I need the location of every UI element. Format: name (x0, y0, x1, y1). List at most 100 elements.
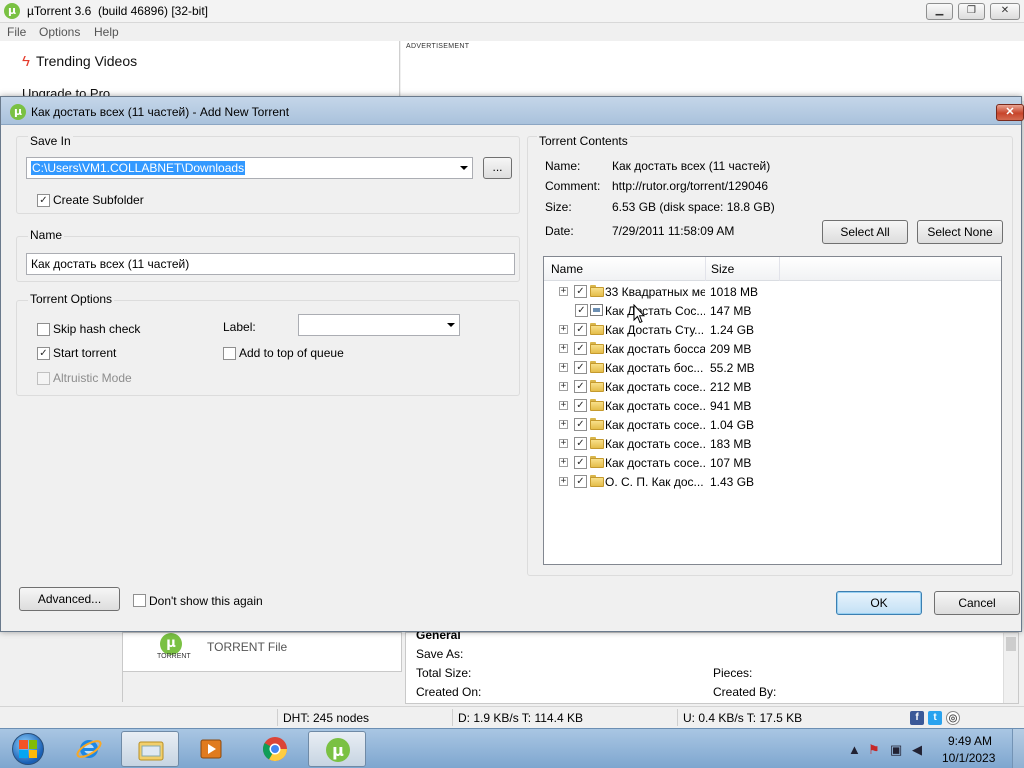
menu-help[interactable]: Help (94, 25, 119, 39)
file-list-header: Name Size (544, 257, 1001, 281)
expand-toggle-icon[interactable]: + (559, 477, 568, 486)
file-row-checkbox[interactable]: ✓ (574, 285, 587, 298)
minimize-button[interactable]: ▁ (926, 3, 953, 20)
file-row-checkbox[interactable]: ✓ (574, 456, 587, 469)
add-to-top-checkbox[interactable] (223, 347, 236, 360)
torrent-options-label: Torrent Options (28, 292, 115, 306)
advanced-button[interactable]: Advanced... (19, 587, 120, 611)
file-tree-row[interactable]: + ✓ Как Достать Сту... 1.24 GB (544, 320, 1001, 339)
column-divider[interactable] (705, 257, 706, 281)
save-path-combobox[interactable]: C:\Users\VM1.COLLABNET\Downloads (26, 157, 473, 179)
expand-toggle-icon[interactable]: + (559, 325, 568, 334)
menu-options[interactable]: Options (39, 25, 80, 39)
file-row-checkbox[interactable]: ✓ (575, 304, 588, 317)
label-field-label: Label: (223, 320, 256, 334)
select-all-button[interactable]: Select All (822, 220, 908, 244)
clock-date[interactable]: 10/1/2023 (942, 751, 995, 765)
name-group-label: Name (28, 228, 65, 242)
expand-toggle-icon[interactable]: + (559, 363, 568, 372)
taskbar-chrome[interactable] (246, 731, 304, 767)
facebook-icon[interactable]: f (910, 711, 924, 725)
dialog-close-button[interactable]: ✕ (996, 104, 1024, 121)
column-divider[interactable] (779, 257, 780, 281)
clock-time[interactable]: 9:49 AM (948, 734, 992, 748)
folder-icon (590, 437, 604, 449)
file-row-checkbox[interactable]: ✓ (574, 437, 587, 450)
network-icon[interactable]: ▣ (890, 742, 902, 758)
file-tree-row[interactable]: ✓ Как Достать Сос... 147 MB (544, 301, 1001, 320)
total-size-label: Total Size: (416, 666, 472, 680)
info-comment-value[interactable]: http://rutor.org/torrent/129046 (612, 179, 768, 193)
scrollbar-thumb[interactable] (1006, 637, 1016, 651)
file-tree-row[interactable]: + ✓ Как достать сосе... 941 MB (544, 396, 1001, 415)
taskbar-utorrent[interactable]: µ (308, 731, 366, 767)
sidebar: ϟ Trending Videos Upgrade to Pro (0, 41, 400, 101)
start-torrent-checkbox[interactable]: ✓ (37, 347, 50, 360)
file-row-size: 147 MB (710, 304, 752, 318)
expand-toggle-icon[interactable]: + (559, 420, 568, 429)
chevron-down-icon[interactable] (447, 323, 455, 327)
file-tree-row[interactable]: + ✓ О. С. П. Как дос... 1.43 GB (544, 472, 1001, 491)
file-tree-row[interactable]: + ✓ Как достать босса 209 MB (544, 339, 1001, 358)
file-row-checkbox[interactable]: ✓ (574, 380, 587, 393)
torrent-name-value: Как достать всех (11 частей) (31, 257, 190, 271)
label-combobox[interactable] (298, 314, 460, 336)
sidebar-item-trending[interactable]: ϟ Trending Videos (22, 53, 137, 70)
ok-button[interactable]: OK (836, 591, 922, 615)
chevron-down-icon[interactable] (460, 166, 468, 170)
taskbar-media-player[interactable] (182, 731, 240, 767)
taskbar-internet-explorer[interactable] (60, 731, 118, 767)
show-hidden-icons-icon[interactable]: ▲ (848, 742, 861, 757)
globe-icon[interactable]: ◎ (946, 711, 960, 725)
file-row-checkbox[interactable]: ✓ (574, 399, 587, 412)
expand-toggle-icon[interactable]: + (559, 439, 568, 448)
sidebar-item-label: Trending Videos (35, 53, 138, 69)
action-center-icon[interactable]: ⚑ (868, 742, 880, 758)
dont-show-again-checkbox[interactable] (133, 594, 146, 607)
svg-text:µ: µ (332, 741, 344, 760)
file-icon-label: TORRENT (157, 653, 191, 660)
show-desktop-button[interactable] (1012, 729, 1024, 768)
browse-button[interactable]: ... (483, 157, 512, 179)
file-row-checkbox[interactable]: ✓ (574, 323, 587, 336)
file-tree-row[interactable]: + ✓ Как достать бос... 55.2 MB (544, 358, 1001, 377)
torrent-name-field[interactable]: Как достать всех (11 частей) (26, 253, 515, 275)
close-button[interactable]: ✕ (990, 3, 1020, 20)
info-date-label: Date: (545, 224, 574, 238)
download-status[interactable]: D: 1.9 KB/s T: 114.4 KB (458, 711, 583, 725)
skip-hash-check-checkbox[interactable] (37, 323, 50, 336)
expand-toggle-icon[interactable]: + (559, 382, 568, 391)
panel-spacer (122, 672, 402, 702)
select-none-button[interactable]: Select None (917, 220, 1003, 244)
file-row-checkbox[interactable]: ✓ (574, 361, 587, 374)
column-header-size[interactable]: Size (711, 262, 734, 276)
file-tree-row[interactable]: + ✓ Как достать сосе... 1.04 GB (544, 415, 1001, 434)
taskbar-file-explorer[interactable] (121, 731, 179, 767)
file-tree-row[interactable]: + ✓ Как достать сосе... 183 MB (544, 434, 1001, 453)
file-row-checkbox[interactable]: ✓ (574, 475, 587, 488)
maximize-button[interactable]: ❐ (958, 3, 985, 20)
file-row-checkbox[interactable]: ✓ (574, 342, 587, 355)
create-subfolder-checkbox[interactable]: ✓ (37, 194, 50, 207)
file-row-checkbox[interactable]: ✓ (574, 418, 587, 431)
file-row-size: 1.04 GB (710, 418, 755, 432)
start-button[interactable] (4, 731, 52, 767)
torrent-contents-label: Torrent Contents (537, 134, 630, 148)
upload-status[interactable]: U: 0.4 KB/s T: 17.5 KB (683, 711, 802, 725)
file-tree-row[interactable]: + ✓ Как достать сосе... 107 MB (544, 453, 1001, 472)
file-tree-list[interactable]: Name Size + ✓ 33 Квадратных метра 1018 MB ✓ К… (543, 256, 1002, 565)
file-row-name: О. С. П. Как дос... (605, 475, 704, 489)
file-tree-row[interactable]: + ✓ Как достать сосе... 212 MB (544, 377, 1001, 396)
status-divider (677, 709, 678, 726)
expand-toggle-icon[interactable]: + (559, 458, 568, 467)
expand-toggle-icon[interactable]: + (559, 401, 568, 410)
column-header-name[interactable]: Name (551, 262, 583, 276)
expand-toggle-icon[interactable]: + (559, 344, 568, 353)
twitter-icon[interactable]: t (928, 711, 942, 725)
file-tree-row[interactable]: + ✓ 33 Квадратных метра 1018 MB (544, 282, 1001, 301)
general-scrollbar[interactable] (1003, 633, 1018, 703)
volume-icon[interactable]: ◀ (912, 742, 922, 758)
expand-toggle-icon[interactable]: + (559, 287, 568, 296)
menu-file[interactable]: File (7, 25, 26, 39)
cancel-button[interactable]: Cancel (934, 591, 1020, 615)
